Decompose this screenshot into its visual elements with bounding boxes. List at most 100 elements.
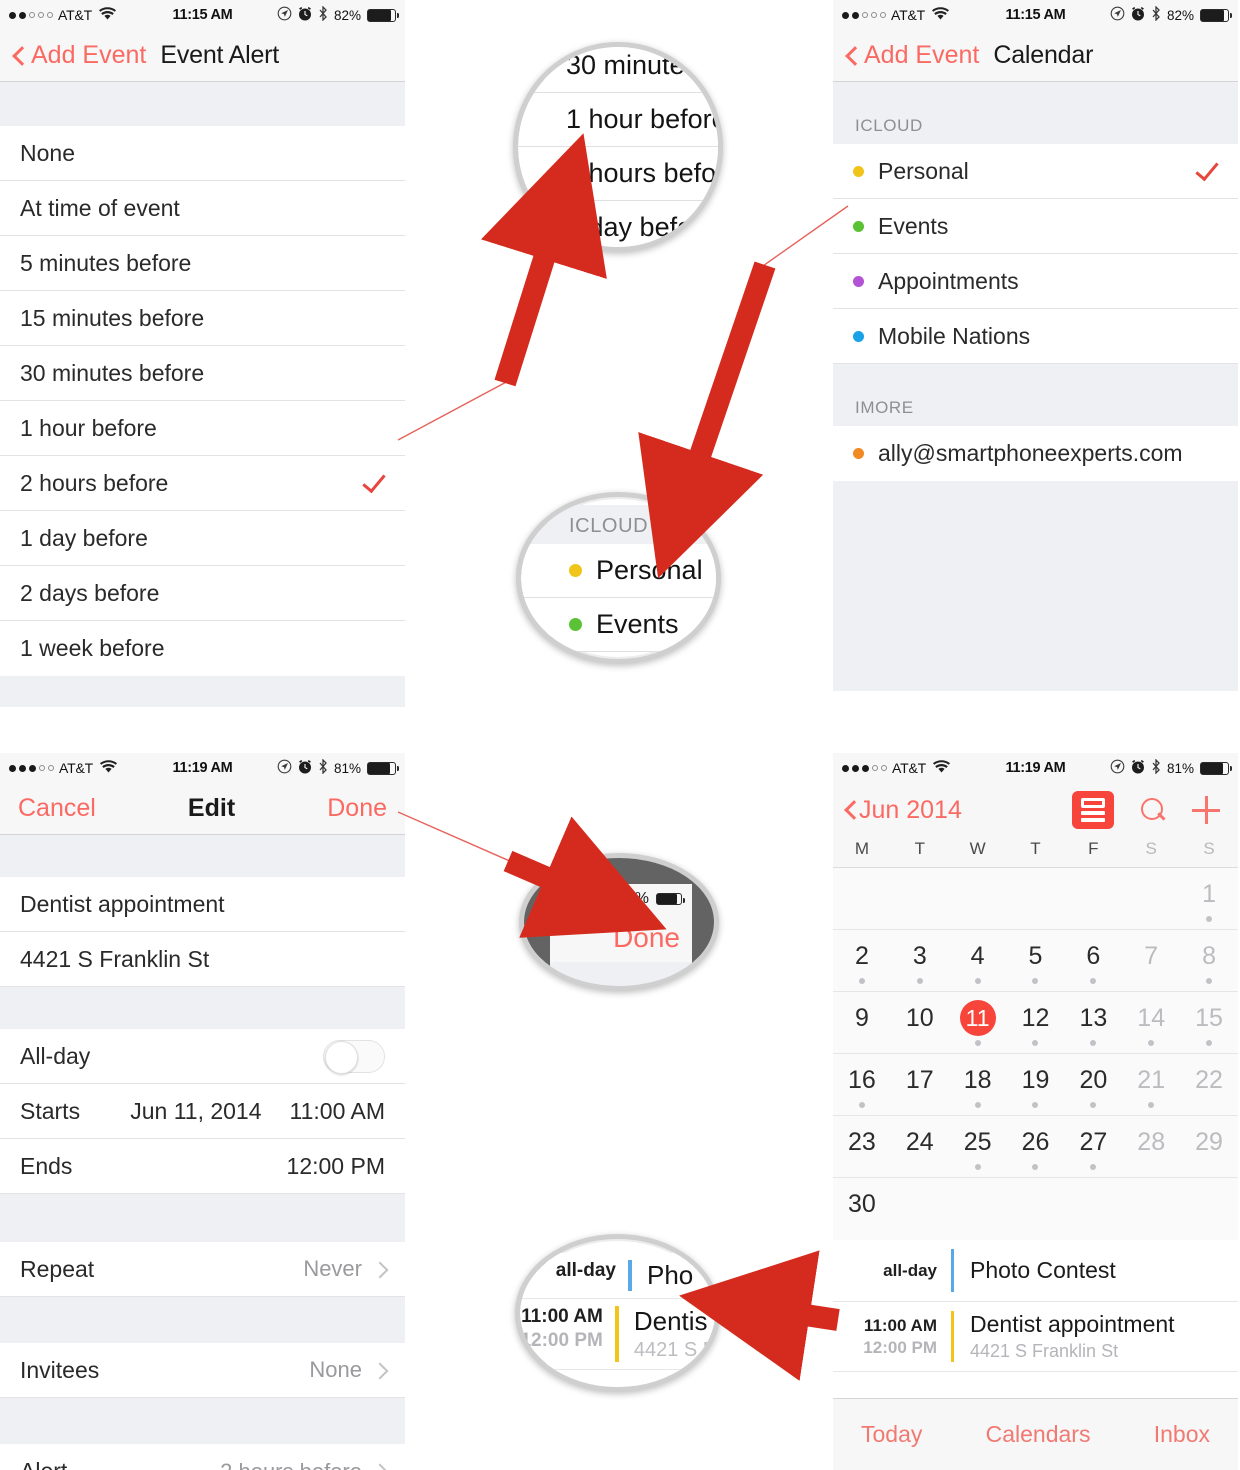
alert-option-row[interactable]: 1 day before bbox=[0, 511, 405, 566]
calendar-day-cell[interactable]: 2 bbox=[833, 930, 891, 991]
calendar-day-cell[interactable]: 18 bbox=[949, 1054, 1007, 1115]
event-location: 4421 S Franklin St bbox=[970, 1341, 1119, 1361]
alert-option-row[interactable]: 5 minutes before bbox=[0, 236, 405, 291]
calendar-day-cell[interactable]: 13 bbox=[1064, 992, 1122, 1053]
event-time-end: 12:00 PM bbox=[863, 1337, 937, 1357]
event-row[interactable]: 11:00 AM 12:00 PM Dentist appointment 4421 … bbox=[833, 1302, 1238, 1372]
tab-calendars[interactable]: Calendars bbox=[986, 1421, 1091, 1448]
calendar-day-cell[interactable]: 19 bbox=[1007, 1054, 1065, 1115]
tab-today[interactable]: Today bbox=[861, 1421, 922, 1448]
page-title: Event Alert bbox=[160, 41, 280, 69]
done-button[interactable]: Done bbox=[327, 794, 387, 823]
callout-event-zoom-content: all-day Pho 11:00 AM 12:00 PM Dentis 442… bbox=[520, 1239, 715, 1387]
calendar-day-cell[interactable]: 29 bbox=[1180, 1116, 1238, 1177]
calendar-day-cell[interactable]: 10 bbox=[891, 992, 949, 1053]
add-icon[interactable] bbox=[1192, 796, 1220, 824]
tab-inbox[interactable]: Inbox bbox=[1154, 1421, 1210, 1448]
calendar-day-cell[interactable]: 30 bbox=[833, 1178, 891, 1240]
calendar-day-cell[interactable]: 14 bbox=[1122, 992, 1180, 1053]
calendar-day-empty bbox=[1122, 1178, 1180, 1240]
section-gap bbox=[0, 82, 405, 126]
calendar-day-cell[interactable]: 20 bbox=[1064, 1054, 1122, 1115]
calendar-day-number: 30 bbox=[848, 1190, 876, 1218]
alarm-icon bbox=[1131, 759, 1145, 777]
calendar-day-number bbox=[902, 876, 938, 912]
all-day-toggle[interactable] bbox=[323, 1039, 385, 1074]
alert-options-list: None At time of event 5 minutes before 15 m… bbox=[0, 126, 405, 676]
calendar-item-row[interactable]: Mobile Nations bbox=[833, 309, 1238, 364]
calendar-day-number bbox=[902, 1186, 938, 1222]
calendar-item-row[interactable]: Personal bbox=[833, 144, 1238, 199]
all-day-row[interactable]: All-day bbox=[0, 1029, 405, 1084]
calendar-day-cell[interactable]: 3 bbox=[891, 930, 949, 991]
cancel-button[interactable]: Cancel bbox=[18, 794, 96, 823]
calendar-day-cell[interactable]: 27 bbox=[1064, 1116, 1122, 1177]
arrow-event-callout bbox=[679, 1250, 840, 1381]
alert-option-row[interactable]: 1 hour before bbox=[0, 401, 405, 456]
section-gap bbox=[0, 1398, 405, 1444]
status-bar: AT&T 11:15 AM 82% bbox=[833, 0, 1238, 30]
event-location-field[interactable]: 4421 S Franklin St bbox=[0, 932, 405, 987]
calendar-event-dot bbox=[1148, 1101, 1155, 1108]
calendar-day-cell[interactable]: 17 bbox=[891, 1054, 949, 1115]
calendar-day-cell[interactable]: 28 bbox=[1122, 1116, 1180, 1177]
search-icon[interactable] bbox=[1140, 797, 1166, 823]
alert-option-row[interactable]: None bbox=[0, 126, 405, 181]
alert-option-label: None bbox=[20, 139, 75, 166]
alert-row[interactable]: Alert 2 hours before bbox=[0, 1444, 405, 1470]
alert-option-row[interactable]: 2 hours before bbox=[0, 456, 405, 511]
calendar-day-empty bbox=[1007, 1178, 1065, 1240]
ends-row[interactable]: Ends 12:00 PM bbox=[0, 1139, 405, 1194]
calendar-day-cell[interactable]: 23 bbox=[833, 1116, 891, 1177]
event-row[interactable]: all-day Photo Contest bbox=[833, 1240, 1238, 1302]
location-icon bbox=[560, 890, 574, 909]
calendar-item-row[interactable]: ally@smartphoneexperts.com bbox=[833, 426, 1238, 481]
list-view-icon[interactable] bbox=[1072, 791, 1114, 829]
battery-percent-label: 82% bbox=[1166, 7, 1194, 23]
calendar-day-cell[interactable]: 21 bbox=[1122, 1054, 1180, 1115]
event-time-column: all-day bbox=[833, 1249, 951, 1292]
battery-icon bbox=[367, 8, 399, 22]
back-button[interactable]: Add Event bbox=[846, 41, 979, 70]
all-day-label: All-day bbox=[20, 1042, 91, 1069]
calendar-day-cell[interactable]: 25 bbox=[949, 1116, 1007, 1177]
page-title: Calendar bbox=[993, 41, 1094, 69]
calendar-day-cell[interactable]: 8 bbox=[1180, 930, 1238, 991]
calendar-day-cell[interactable]: 16 bbox=[833, 1054, 891, 1115]
callout-row-label: Events bbox=[596, 609, 679, 639]
calendar-day-cell[interactable]: 7 bbox=[1122, 930, 1180, 991]
alert-option-row[interactable]: At time of event bbox=[0, 181, 405, 236]
calendar-day-cell[interactable]: 24 bbox=[891, 1116, 949, 1177]
calendar-section-header: IMORE bbox=[833, 364, 1238, 426]
calendar-day-cell[interactable]: 11 bbox=[949, 992, 1007, 1053]
repeat-row[interactable]: Repeat Never bbox=[0, 1242, 405, 1297]
alert-option-row[interactable]: 2 days before bbox=[0, 566, 405, 621]
calendar-day-cell[interactable]: 1 bbox=[1180, 868, 1238, 929]
back-button[interactable]: Add Event bbox=[13, 41, 146, 70]
calendar-day-cell[interactable]: 4 bbox=[949, 930, 1007, 991]
location-icon bbox=[277, 6, 292, 24]
calendar-day-empty bbox=[1064, 868, 1122, 929]
calendar-day-number bbox=[1075, 876, 1111, 912]
alert-option-row[interactable]: 1 week before bbox=[0, 621, 405, 676]
calendar-day-cell[interactable]: 6 bbox=[1064, 930, 1122, 991]
month-back-button[interactable]: Jun 2014 bbox=[845, 796, 962, 825]
starts-row[interactable]: Starts Jun 11, 2014 11:00 AM bbox=[0, 1084, 405, 1139]
calendar-day-cell[interactable]: 15 bbox=[1180, 992, 1238, 1053]
calendar-day-cell[interactable]: 22 bbox=[1180, 1054, 1238, 1115]
calendar-day-cell[interactable]: 26 bbox=[1007, 1116, 1065, 1177]
wifi-icon bbox=[98, 6, 116, 24]
calendar-event-dot bbox=[1032, 1039, 1039, 1046]
alert-option-label: 2 days before bbox=[20, 579, 160, 606]
calendar-day-cell[interactable]: 9 bbox=[833, 992, 891, 1053]
calendar-item-row[interactable]: Appointments bbox=[833, 254, 1238, 309]
calendar-day-cell[interactable]: 5 bbox=[1007, 930, 1065, 991]
calendar-item-row[interactable]: Events bbox=[833, 199, 1238, 254]
status-bar-left: AT&T bbox=[842, 759, 950, 777]
alert-option-row[interactable]: 15 minutes before bbox=[0, 291, 405, 346]
calendar-day-cell[interactable]: 12 bbox=[1007, 992, 1065, 1053]
event-title-field[interactable]: Dentist appointment bbox=[0, 877, 405, 932]
invitees-row[interactable]: Invitees None bbox=[0, 1343, 405, 1398]
signal-strength-icon bbox=[9, 764, 54, 772]
alert-option-row[interactable]: 30 minutes before bbox=[0, 346, 405, 401]
